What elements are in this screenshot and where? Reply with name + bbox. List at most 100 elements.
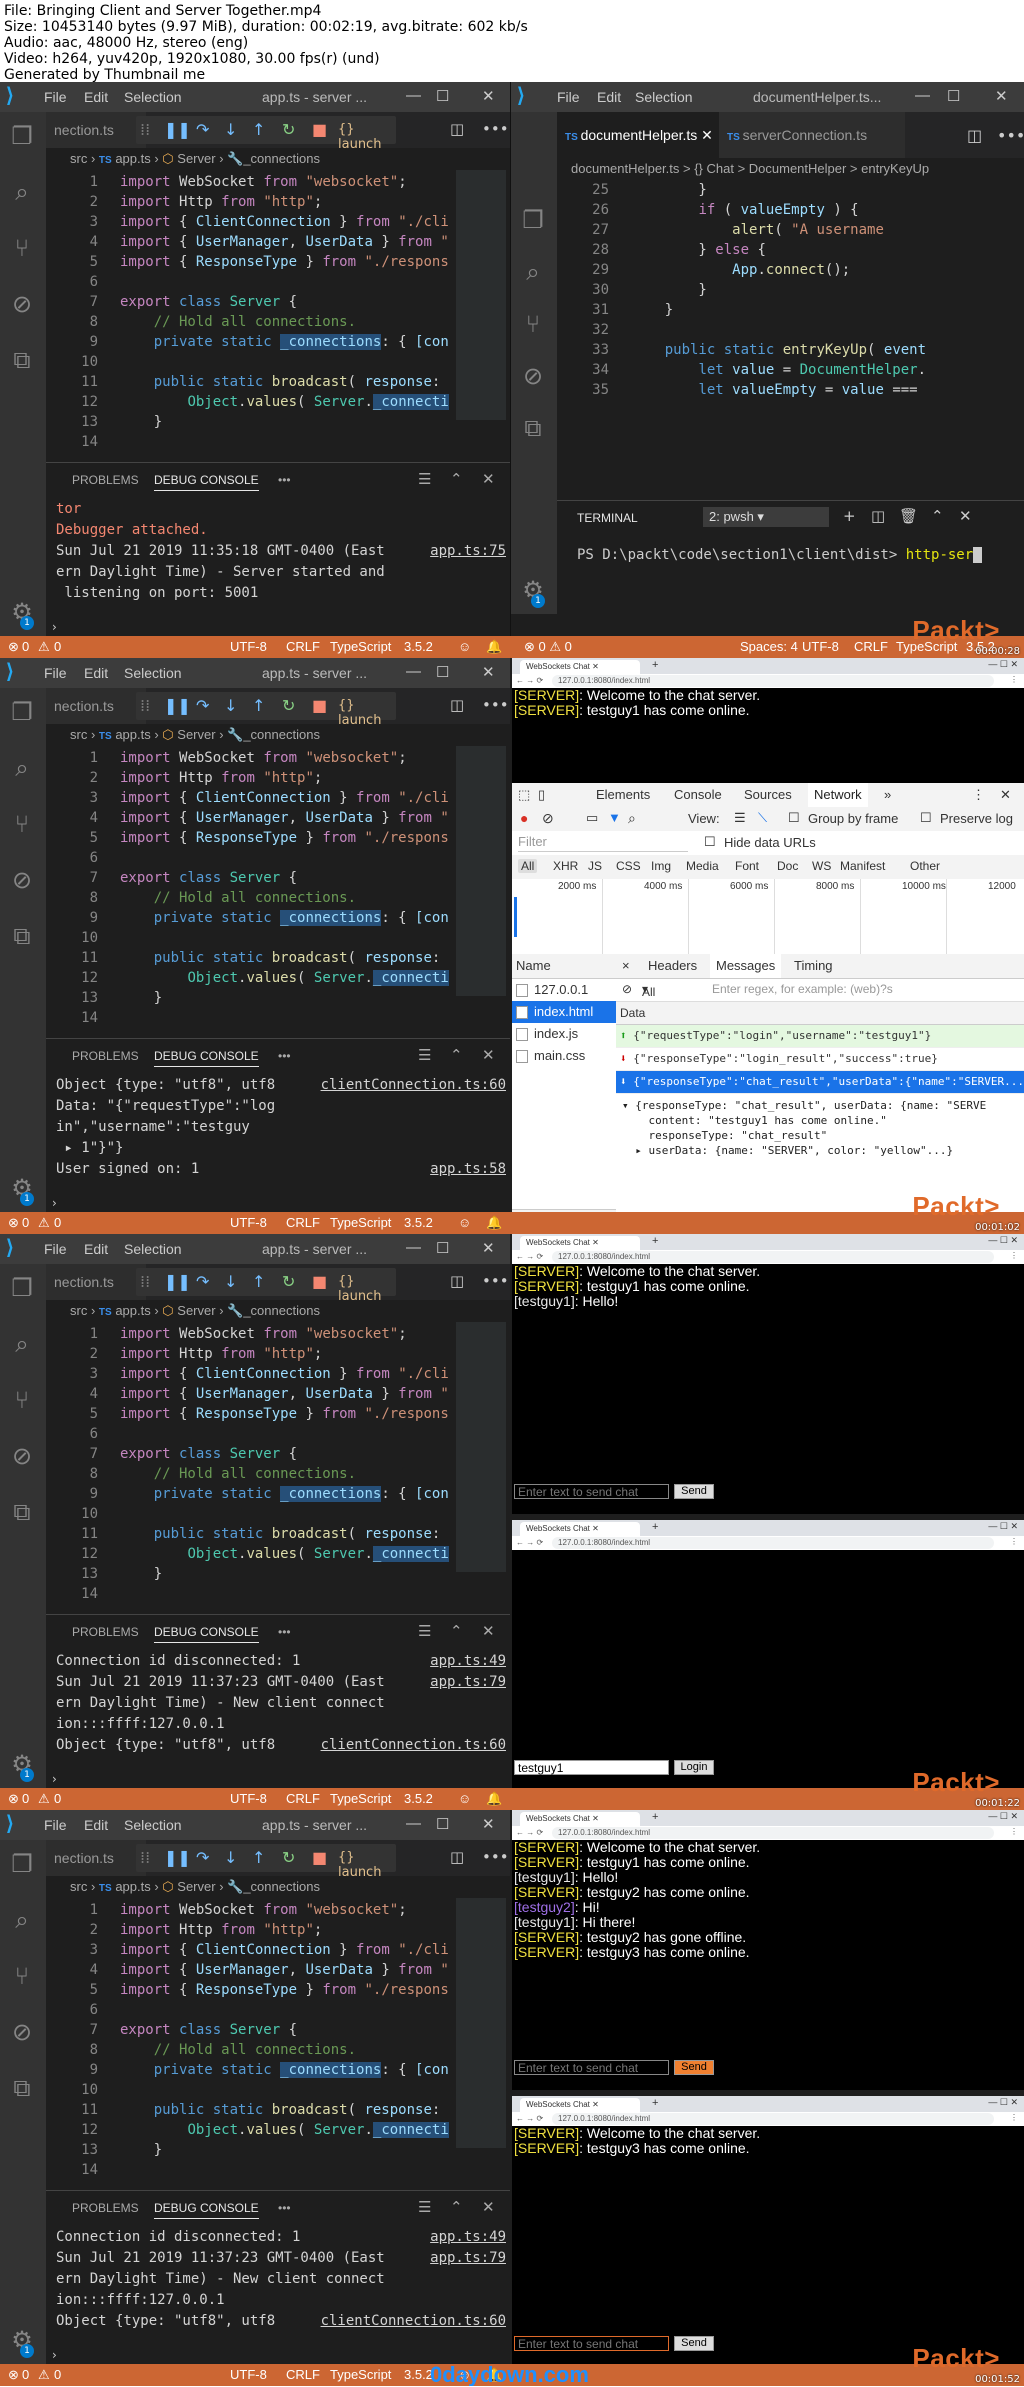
browser-tab[interactable]: WebSockets Chat ✕ xyxy=(520,2098,640,2112)
tab-problems[interactable]: PROBLEMS xyxy=(72,2201,139,2215)
error-count[interactable]: 0 xyxy=(22,636,29,658)
drag-handle-icon[interactable]: ⁞⁞ xyxy=(140,1848,150,1867)
source-control-icon[interactable]: ⑂ xyxy=(8,1386,36,1414)
new-tab-icon[interactable]: + xyxy=(652,1811,658,1823)
request-row[interactable]: main.css xyxy=(512,1045,616,1067)
ts-version-status[interactable]: 3.5.2 xyxy=(404,1788,433,1810)
search-icon[interactable]: ⌕ xyxy=(8,754,36,782)
browser-menu-icon[interactable]: ⋮ xyxy=(1010,1827,1018,1836)
type-filter-css[interactable]: CSS xyxy=(616,859,641,873)
search-icon[interactable]: ⌕ xyxy=(628,810,636,827)
tab-serverconnection[interactable]: nection.ts xyxy=(46,1840,146,1876)
code-editor[interactable]: 1 import WebSocket from "websocket"; 2 impo… xyxy=(46,170,510,462)
console-source-link[interactable]: clientConnection.ts:60 xyxy=(321,1075,506,1096)
minimize-button[interactable]: — xyxy=(406,1815,421,1832)
code-line[interactable]: 9 private static _connections: { [con xyxy=(46,332,449,352)
minimap[interactable] xyxy=(456,1322,506,1572)
code-line[interactable]: 13 } xyxy=(46,412,162,432)
menu-selection[interactable]: Selection xyxy=(124,89,182,105)
code-line[interactable]: 5 import { ResponseType } from "./respons xyxy=(46,252,449,272)
warnings-icon[interactable]: ⚠ xyxy=(38,636,50,658)
tab-debug-console[interactable]: DEBUG CONSOLE xyxy=(154,1049,259,1067)
pause-icon[interactable]: ❚❚ xyxy=(164,120,191,139)
code-line[interactable]: 33 public static entryKeyUp( event xyxy=(557,340,926,360)
ws-message-row[interactable]: ⬆ {"requestType":"login","username":"tes… xyxy=(616,1025,1024,1048)
breadcrumb-member[interactable]: _connections xyxy=(243,1879,320,1894)
split-editor-icon[interactable]: ◫ xyxy=(450,696,464,714)
console-source-link[interactable]: app.ts:79 xyxy=(430,2248,506,2269)
window-controls[interactable]: — ☐ ✕ xyxy=(988,1235,1018,1246)
type-filter-ws[interactable]: WS xyxy=(812,859,831,873)
step-over-icon[interactable]: ↷ xyxy=(196,696,209,715)
search-icon[interactable]: ⌕ xyxy=(8,1330,36,1358)
request-row[interactable]: index.js xyxy=(512,1023,616,1045)
maximize-panel-icon[interactable]: ⌃ xyxy=(450,470,463,488)
clear-console-icon[interactable]: ☰ xyxy=(418,1622,431,1640)
restart-icon[interactable]: ↻ xyxy=(282,1848,295,1867)
menu-selection[interactable]: Selection xyxy=(124,665,182,681)
source-control-icon[interactable]: ⑂ xyxy=(8,234,36,262)
code-line[interactable]: 8 // Hold all connections. xyxy=(46,2040,356,2060)
panel-more-icon[interactable]: ••• xyxy=(278,473,291,487)
step-into-icon[interactable]: ↓ xyxy=(224,696,237,715)
maximize-button[interactable]: ☐ xyxy=(947,87,960,105)
devtools-close-icon[interactable]: ✕ xyxy=(1000,787,1011,803)
address-bar[interactable]: 127.0.0.1:8080/index.html xyxy=(552,1827,994,1839)
code-line[interactable]: 12 Object.values( Server._connecti xyxy=(46,1544,449,1564)
warning-count[interactable]: 0 xyxy=(54,2364,61,2386)
feedback-icon[interactable]: ☺ xyxy=(458,636,471,658)
code-line[interactable]: 7 export class Server { xyxy=(46,292,297,312)
code-line[interactable]: 4 import { UserManager, UserData } from " xyxy=(46,1960,449,1980)
code-line[interactable]: 6 xyxy=(46,1424,120,1444)
breadcrumb-src[interactable]: src xyxy=(70,1879,87,1894)
name-column-header[interactable]: Name xyxy=(512,954,616,979)
clear-console-icon[interactable]: ☰ xyxy=(418,470,431,488)
code-line[interactable]: 13 } xyxy=(46,1564,162,1584)
browser-menu-icon[interactable]: ⋮ xyxy=(1010,1537,1018,1546)
extensions-icon[interactable]: ⧉ xyxy=(8,1498,36,1526)
close-detail-icon[interactable]: × xyxy=(622,958,630,973)
network-timeline[interactable]: 2000 ms 4000 ms 6000 ms 8000 ms 10000 ms 1200… xyxy=(512,879,1024,955)
code-line[interactable]: 6 xyxy=(46,2000,120,2020)
encoding-status[interactable]: UTF-8 xyxy=(230,1212,267,1234)
code-line[interactable]: 11 public static broadcast( response: xyxy=(46,372,440,392)
menu-file[interactable]: File xyxy=(44,1241,67,1257)
explorer-icon[interactable]: ❐ xyxy=(519,206,547,234)
code-line[interactable]: 14 xyxy=(46,432,120,452)
encoding-status[interactable]: UTF-8 xyxy=(230,636,267,658)
chat-input[interactable]: Enter text to send chat xyxy=(514,2060,669,2075)
split-editor-icon[interactable]: ◫ xyxy=(967,126,982,145)
encoding-status[interactable]: UTF-8 xyxy=(802,636,839,658)
code-line[interactable]: 4 import { UserManager, UserData } from " xyxy=(46,808,449,828)
code-line[interactable]: 1 import WebSocket from "websocket"; xyxy=(46,172,407,192)
code-line[interactable]: 2 import Http from "http"; xyxy=(46,768,323,788)
code-line[interactable]: 5 import { ResponseType } from "./respons xyxy=(46,828,449,848)
console-prompt-icon[interactable]: › xyxy=(52,620,57,634)
maximize-button[interactable]: ☐ xyxy=(436,87,449,105)
extensions-icon[interactable]: ⧉ xyxy=(519,414,547,442)
step-over-icon[interactable]: ↷ xyxy=(196,120,209,139)
encoding-status[interactable]: UTF-8 xyxy=(230,1788,267,1810)
search-icon[interactable]: ⌕ xyxy=(8,178,36,206)
code-line[interactable]: 25 } xyxy=(557,180,715,200)
code-line[interactable]: 3 import { ClientConnection } from "./cli xyxy=(46,212,449,232)
debug-icon[interactable]: ⊘ xyxy=(8,1442,36,1470)
ts-version-status[interactable]: 3.5.2 xyxy=(404,1212,433,1234)
code-line[interactable]: 8 // Hold all connections. xyxy=(46,888,356,908)
close-button[interactable]: ✕ xyxy=(482,1239,495,1257)
maximize-button[interactable]: ☐ xyxy=(436,1815,449,1833)
language-status[interactable]: TypeScript xyxy=(330,1788,391,1810)
eol-status[interactable]: CRLF xyxy=(286,2364,320,2386)
nav-buttons[interactable]: ← → ⟳ xyxy=(516,1826,543,1840)
minimap[interactable] xyxy=(456,170,506,420)
errors-icon[interactable]: ⊗ xyxy=(8,1788,19,1810)
search-icon[interactable]: ⌕ xyxy=(519,258,547,286)
window-controls[interactable]: — ☐ ✕ xyxy=(988,1811,1018,1822)
notifications-icon[interactable]: 🔔 xyxy=(486,1788,502,1810)
breadcrumb-class[interactable]: Server xyxy=(177,1879,215,1894)
message-detail-line[interactable]: content: "testguy1 has come online." xyxy=(622,1113,1018,1128)
code-line[interactable]: 8 // Hold all connections. xyxy=(46,312,356,332)
console-source-link[interactable]: clientConnection.ts:60 xyxy=(321,2311,506,2332)
maximize-panel-icon[interactable]: ⌃ xyxy=(450,2198,463,2216)
close-panel-icon[interactable]: ✕ xyxy=(482,1046,495,1064)
